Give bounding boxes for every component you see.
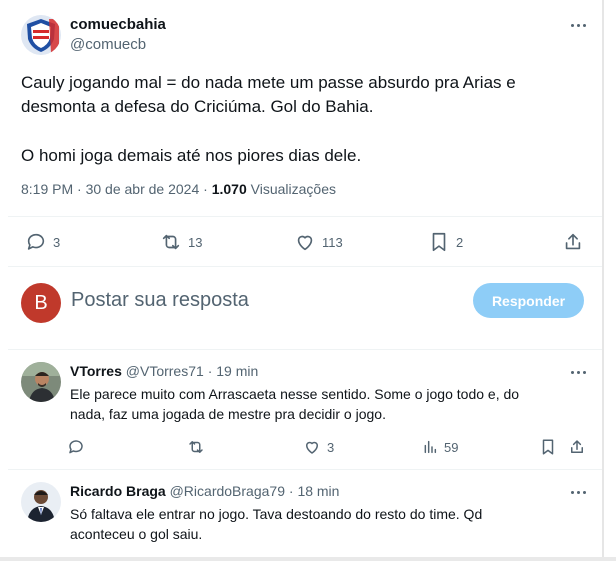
author-name[interactable]: comuecbahia	[70, 16, 166, 33]
share-icon	[571, 440, 583, 453]
reply-author-name[interactable]: VTorres	[70, 363, 122, 379]
divider	[8, 216, 602, 217]
heart-icon	[306, 441, 318, 454]
retweet-icon	[162, 234, 180, 250]
tweet-meta: 8:19 PM · 30 de abr de 2024 · 1.070 Visu…	[21, 181, 336, 197]
bookmark-icon	[432, 232, 446, 252]
like-action[interactable]: 113	[294, 231, 343, 253]
meta-separator: ·	[203, 181, 212, 197]
dot-separator: ·	[288, 483, 294, 499]
share-icon	[565, 233, 581, 250]
user-photo-icon	[21, 482, 61, 522]
retweet-count: 13	[188, 234, 203, 250]
retweet-action[interactable]: 13	[160, 231, 202, 253]
reply-author-handle[interactable]: @VTorres71	[126, 363, 204, 379]
reply-text-line-2: nada, faz uma jogada de mestre pra decid…	[70, 406, 386, 422]
author-avatar[interactable]	[21, 15, 61, 55]
divider	[8, 266, 602, 267]
user-photo-icon	[21, 362, 61, 402]
reply-action[interactable]	[67, 438, 85, 456]
tweet-time[interactable]: 8:19 PM	[21, 181, 73, 197]
reply-text-line-1: Só faltava ele entrar no jogo. Tava dest…	[70, 506, 483, 522]
reply-icon	[27, 233, 45, 250]
bookmark-icon	[542, 439, 554, 455]
reply-header: Ricardo Braga @RicardoBraga79 · 18 min	[70, 483, 339, 499]
more-options-icon[interactable]	[568, 15, 588, 35]
bookmark-count: 2	[456, 234, 464, 250]
bahia-crest-icon	[21, 15, 61, 55]
composer-avatar-letter: B	[34, 291, 48, 314]
reply-input[interactable]: Postar sua resposta	[71, 289, 249, 312]
reply-text-line-1: Ele parece muito com Arrascaeta nesse se…	[70, 386, 520, 402]
share-action[interactable]	[568, 438, 586, 456]
tweet-text-line-1: Cauly jogando mal = do nada mete um pass…	[21, 73, 516, 92]
divider	[8, 469, 602, 470]
analytics-icon	[424, 440, 437, 454]
tweet-text-line-3: O homi joga demais até nos piores dias d…	[21, 146, 362, 165]
more-options-icon[interactable]	[568, 362, 588, 382]
reply-author-name[interactable]: Ricardo Braga	[70, 483, 166, 499]
reply-action[interactable]: 3	[25, 231, 60, 253]
views-action[interactable]: 59	[422, 438, 458, 456]
heart-icon	[297, 235, 313, 251]
window-bottom-edge	[0, 557, 616, 561]
reply-author-handle[interactable]: @RicardoBraga79	[170, 483, 285, 499]
reply-text-line-2: aconteceu o gol saiu.	[70, 526, 203, 542]
tweet-date[interactable]: 30 de abr de 2024	[86, 181, 200, 197]
views-label: Visualizações	[250, 181, 336, 197]
reply-avatar[interactable]	[21, 362, 61, 402]
reply-header: VTorres @VTorres71 · 19 min	[70, 363, 258, 379]
more-options-icon[interactable]	[568, 482, 588, 502]
window-edge	[602, 0, 604, 561]
author-handle[interactable]: @comuecb	[70, 36, 146, 53]
reply-time[interactable]: 18 min	[297, 483, 339, 499]
dot-separator: ·	[207, 363, 213, 379]
bookmark-action[interactable]: 2	[428, 231, 463, 253]
like-count: 3	[327, 439, 335, 455]
views-count: 59	[444, 439, 459, 455]
divider	[8, 349, 602, 350]
retweet-action[interactable]	[187, 438, 205, 456]
views-count: 1.070	[211, 181, 247, 197]
reply-icon	[69, 440, 83, 454]
retweet-icon	[189, 441, 203, 453]
reply-button[interactable]: Responder	[473, 283, 584, 318]
share-action[interactable]	[562, 231, 584, 253]
meta-separator: ·	[77, 181, 86, 197]
like-action[interactable]: 3	[303, 438, 334, 456]
tweet-text-line-2: desmonta a defesa do Criciúma. Gol do Ba…	[21, 97, 374, 116]
composer-avatar: B	[21, 283, 61, 323]
like-count: 113	[322, 234, 343, 250]
reply-count: 3	[53, 234, 61, 250]
reply-avatar[interactable]	[21, 482, 61, 522]
reply-time[interactable]: 19 min	[216, 363, 258, 379]
bookmark-action[interactable]	[539, 438, 557, 456]
